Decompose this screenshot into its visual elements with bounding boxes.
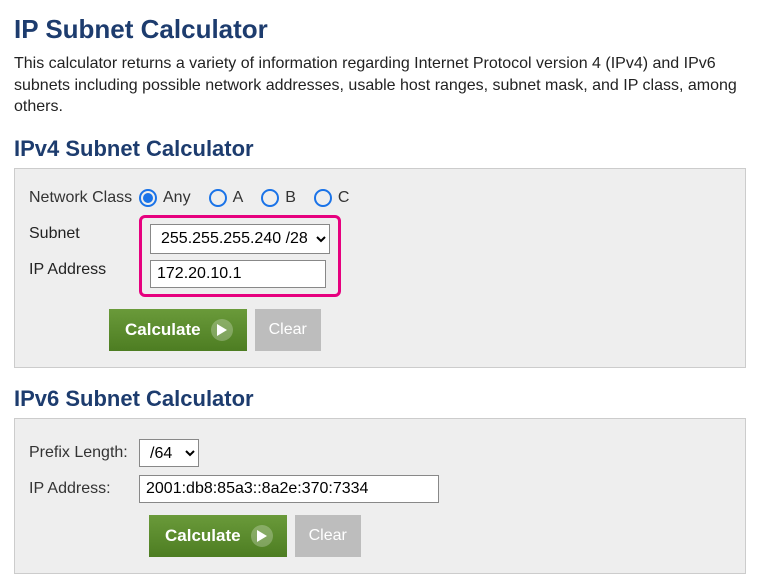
clear-button[interactable]: Clear xyxy=(295,515,361,557)
radio-c[interactable]: C xyxy=(314,189,350,207)
subnet-select[interactable]: 255.255.255.240 /28 xyxy=(150,224,330,254)
clear-button[interactable]: Clear xyxy=(255,309,321,351)
prefix-label: Prefix Length: xyxy=(29,444,139,462)
radio-any-label: Any xyxy=(163,189,191,207)
ipv6-ip-label: IP Address: xyxy=(29,480,139,498)
ipv4-panel: Network Class Any A B C Subnet xyxy=(14,168,746,368)
ipv4-heading: IPv4 Subnet Calculator xyxy=(14,136,746,162)
network-class-row: Network Class Any A B C xyxy=(29,189,731,207)
play-icon xyxy=(211,319,233,341)
calculate-button[interactable]: Calculate xyxy=(109,309,247,351)
radio-circle-icon xyxy=(139,189,157,207)
ip-address-input[interactable] xyxy=(150,260,326,288)
subnet-label: Subnet xyxy=(29,225,80,243)
radio-circle-icon xyxy=(261,189,279,207)
network-class-radios: Any A B C xyxy=(139,189,349,207)
radio-b-label: B xyxy=(285,189,296,207)
radio-b[interactable]: B xyxy=(261,189,296,207)
ipv6-heading: IPv6 Subnet Calculator xyxy=(14,386,746,412)
ipv6-button-row: Calculate Clear xyxy=(29,515,731,557)
ipv4-button-row: Calculate Clear xyxy=(29,309,731,351)
calculate-button[interactable]: Calculate xyxy=(149,515,287,557)
radio-circle-icon xyxy=(209,189,227,207)
network-class-label: Network Class xyxy=(29,189,139,207)
prefix-select[interactable]: /64 xyxy=(139,439,199,467)
radio-a-label: A xyxy=(233,189,244,207)
calculate-button-label: Calculate xyxy=(165,526,241,546)
play-icon xyxy=(251,525,273,547)
ipv6-ip-row: IP Address: xyxy=(29,475,731,503)
radio-a[interactable]: A xyxy=(209,189,244,207)
ipv6-ip-input[interactable] xyxy=(139,475,439,503)
intro-text: This calculator returns a variety of inf… xyxy=(14,53,746,118)
radio-any[interactable]: Any xyxy=(139,189,191,207)
page-title: IP Subnet Calculator xyxy=(14,14,746,45)
radio-circle-icon xyxy=(314,189,332,207)
highlight-box: 255.255.255.240 /28 xyxy=(139,215,341,297)
prefix-row: Prefix Length: /64 xyxy=(29,439,731,467)
ipv6-panel: Prefix Length: /64 IP Address: Calculate… xyxy=(14,418,746,574)
calculate-button-label: Calculate xyxy=(125,320,201,340)
ip-address-label: IP Address xyxy=(29,261,106,279)
radio-c-label: C xyxy=(338,189,350,207)
